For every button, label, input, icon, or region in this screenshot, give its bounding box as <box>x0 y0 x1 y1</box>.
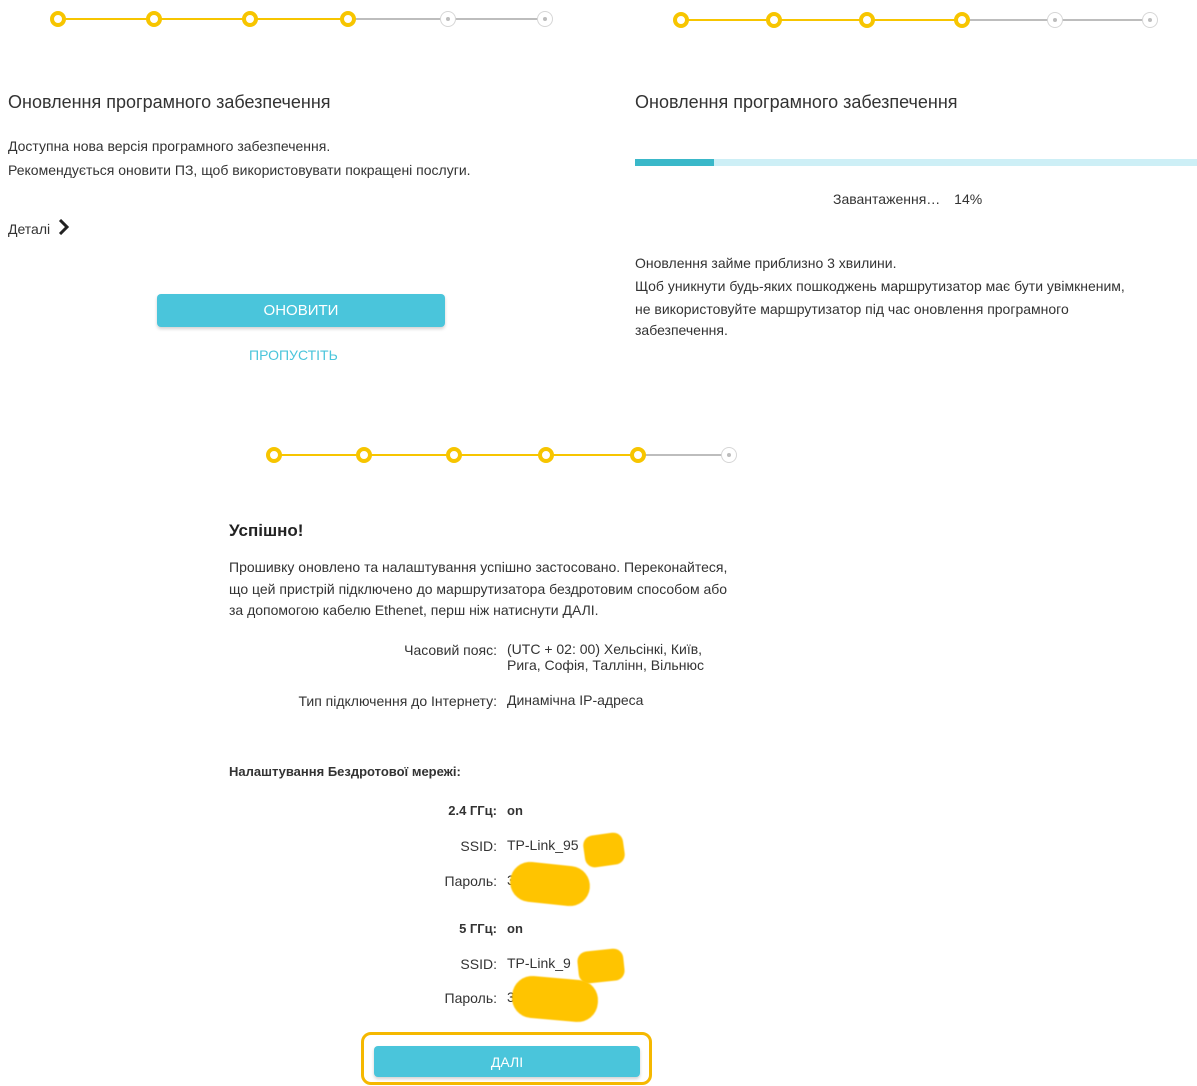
success-desc-2: що цей пристрій підключено до маршрутиза… <box>229 581 728 597</box>
update-button[interactable]: ОНОВИТИ <box>157 294 445 327</box>
progress-fill <box>635 159 714 166</box>
timezone-label: Часовий пояс: <box>404 642 497 658</box>
band24-label: 2.4 ГГц: <box>448 803 497 818</box>
success-desc-3: за допомогою кабелю Ethenet, перш ніж на… <box>229 602 599 618</box>
redaction-mark <box>581 831 627 869</box>
chevron-right-icon <box>58 218 70 240</box>
page-title: Оновлення програмного забезпечення <box>635 92 958 112</box>
step-complete-icon <box>146 11 162 27</box>
redaction-mark <box>508 859 592 909</box>
wireless-heading: Налаштування Бездротової мережі: <box>229 764 461 779</box>
loading-percent: 14% <box>954 191 983 207</box>
step-pending-icon <box>721 447 737 463</box>
step-complete-icon <box>673 12 689 28</box>
timezone-value-1: (UTC + 02: 00) Хельсінкі, Київ, <box>507 641 703 657</box>
band5-value: on <box>507 921 523 936</box>
step-pending-icon <box>1142 12 1158 28</box>
step-complete-icon <box>859 12 875 28</box>
timezone-value-2: Рига, Софія, Таллінн, Вільнюс <box>507 657 704 673</box>
step-complete-icon <box>50 11 66 27</box>
step-pending-icon <box>1047 12 1063 28</box>
progress-stepper <box>673 10 1163 30</box>
ssid5-value: TP-Link_9 <box>507 955 571 971</box>
ssid5-label: SSID: <box>460 956 497 972</box>
step-complete-icon <box>356 447 372 463</box>
band24-value: on <box>507 803 523 818</box>
pass24-label: Пароль: <box>444 873 497 889</box>
band5-label: 5 ГГц: <box>459 921 497 936</box>
update-available-text: Доступна нова версія програмного забезпе… <box>8 138 331 154</box>
update-note-3: не використовуйте маршрутизатор під час … <box>635 301 1069 317</box>
progress-stepper <box>266 445 746 465</box>
ssid24-value: TP-Link_95 <box>507 837 579 853</box>
details-link[interactable]: Деталі <box>8 218 70 240</box>
update-note-4: забезпечення. <box>635 322 728 338</box>
loading-status: Завантаження… 14% <box>833 189 982 209</box>
step-complete-icon <box>538 447 554 463</box>
page-title: Оновлення програмного забезпечення <box>8 92 331 112</box>
download-progress-bar <box>635 159 1197 166</box>
redaction-mark <box>576 947 626 985</box>
stepper-line <box>58 18 352 20</box>
success-title: Успішно! <box>229 521 304 540</box>
update-recommend-text: Рекомендується оновити ПЗ, щоб використо… <box>8 162 471 178</box>
next-button[interactable]: ДАЛІ <box>374 1046 640 1077</box>
step-complete-icon <box>340 11 356 27</box>
redaction-mark <box>510 974 600 1024</box>
connection-type-label: Тип підключення до Інтернету: <box>298 693 497 709</box>
connection-type-value: Динамічна IP-адреса <box>507 692 644 708</box>
step-complete-icon <box>242 11 258 27</box>
step-complete-icon <box>266 447 282 463</box>
stepper-line <box>681 19 963 21</box>
update-note-2: Щоб уникнути будь-яких пошкоджень маршру… <box>635 278 1125 294</box>
step-pending-icon <box>537 11 553 27</box>
step-complete-icon <box>766 12 782 28</box>
step-complete-icon <box>446 447 462 463</box>
success-desc-1: Прошивку оновлено та налаштування успішн… <box>229 559 728 575</box>
progress-stepper <box>50 9 560 29</box>
step-complete-icon <box>954 12 970 28</box>
pass5-label: Пароль: <box>444 990 497 1006</box>
update-note-1: Оновлення займе приблизно 3 хвилини. <box>635 255 897 271</box>
skip-link[interactable]: ПРОПУСТІТЬ <box>249 347 338 363</box>
step-complete-icon <box>630 447 646 463</box>
loading-label: Завантаження… <box>833 191 941 207</box>
details-label: Деталі <box>8 221 51 237</box>
step-pending-icon <box>440 11 456 27</box>
ssid24-label: SSID: <box>460 838 497 854</box>
stepper-line <box>644 454 732 456</box>
